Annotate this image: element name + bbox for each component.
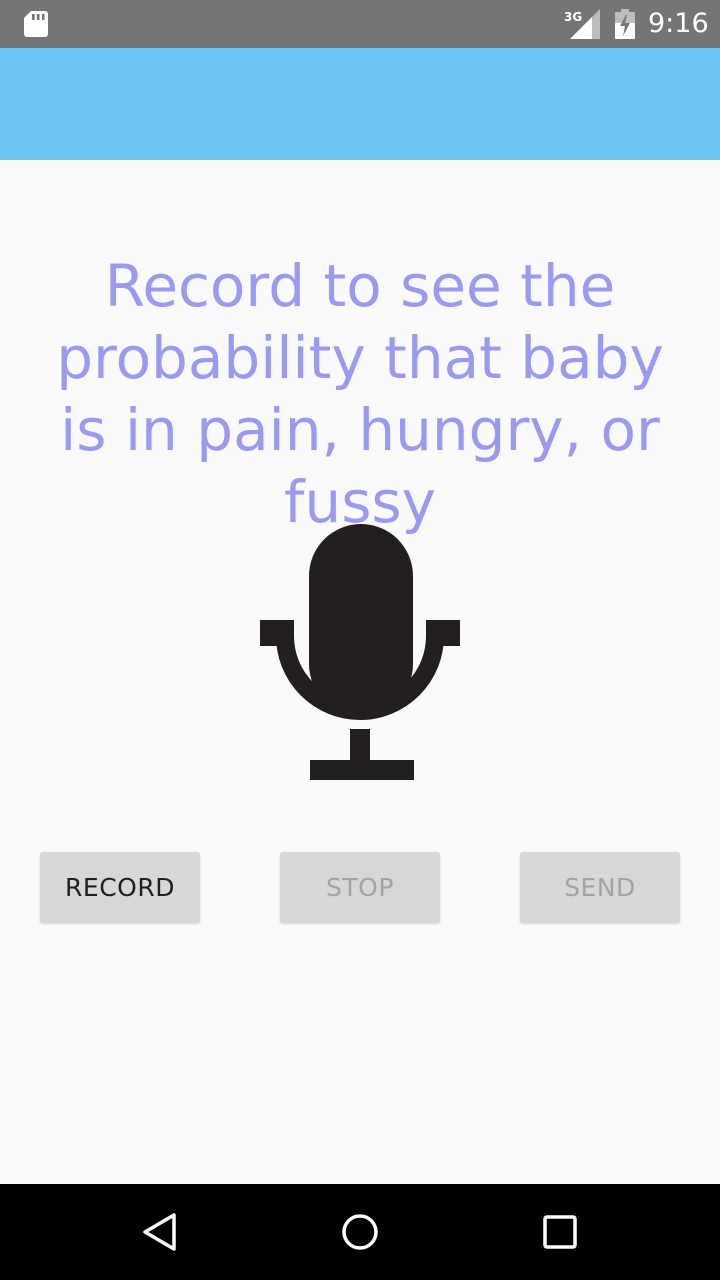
navigation-bar [0,1184,720,1280]
status-bar: 3G 9:16 [0,0,720,48]
battery-charging-icon [615,9,635,39]
signal-3g-icon: 3G [564,9,600,39]
home-icon[interactable] [340,1212,380,1252]
app-bar [0,48,720,160]
recents-icon[interactable] [540,1212,580,1252]
back-icon[interactable] [140,1212,180,1252]
sd-card-icon [24,11,48,37]
network-label: 3G [564,10,582,24]
send-button[interactable]: SEND [520,852,680,923]
microphone-icon [260,524,460,780]
stop-button[interactable]: STOP [280,852,440,923]
status-clock: 9:16 [648,8,709,39]
record-button[interactable]: RECORD [40,852,200,923]
instruction-text: Record to see the probability that baby … [56,252,664,536]
